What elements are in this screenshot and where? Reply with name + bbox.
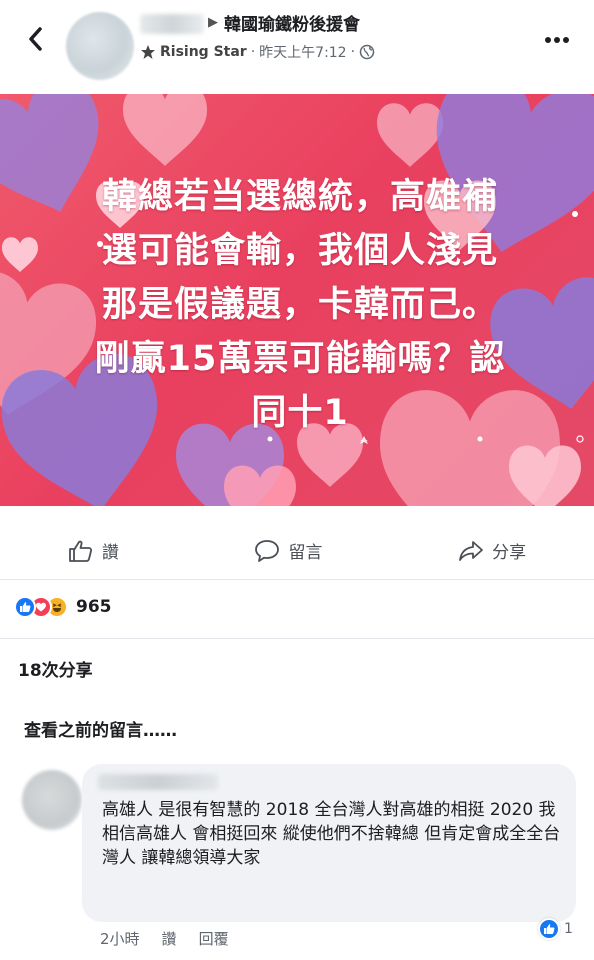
- reaction-summary[interactable]: 965: [14, 592, 112, 622]
- more-options-button[interactable]: [542, 30, 572, 50]
- comment-bubble: 高雄人 是很有智慧的 2018 全台灣人對高雄的相挺 2020 我相信高雄人 會…: [82, 764, 576, 922]
- post-image[interactable]: 韓總若当選總統，高雄補 選可能會輸，我個人淺見 那是假議題，卡韓而己。 剛贏15…: [0, 94, 594, 506]
- globe-icon: [359, 44, 375, 60]
- comment-reaction[interactable]: 1: [538, 918, 573, 940]
- comment-label: 留言: [288, 543, 323, 563]
- back-button[interactable]: [20, 22, 50, 56]
- like-reaction-icon: [14, 596, 36, 618]
- meta-separator: ·: [250, 44, 256, 60]
- group-link[interactable]: ▶ 韓國瑜鐵粉後援會: [208, 10, 360, 35]
- post-meta: Rising Star · 昨天上午7:12 ·: [140, 42, 375, 62]
- arrow-right-icon: ▶: [208, 15, 218, 30]
- commenter-name-redacted[interactable]: [98, 774, 218, 790]
- commenter-avatar[interactable]: [22, 770, 82, 830]
- comment-like-button[interactable]: 讚: [162, 928, 177, 949]
- comment-icon: [255, 539, 280, 562]
- meta-separator: ·: [350, 44, 356, 60]
- group-name[interactable]: 韓國瑜鐵粉後援會: [224, 10, 360, 35]
- post-image-text: 韓總若当選總統，高雄補 選可能會輸，我個人淺見 那是假議題，卡韓而己。 剛贏15…: [50, 170, 550, 440]
- image-text-line: 韓總若当選總統，高雄補: [101, 177, 498, 217]
- share-arrow-icon: [459, 540, 484, 561]
- comment-text: 高雄人 是很有智慧的 2018 全台灣人對高雄的相挺 2020 我相信高雄人 會…: [102, 800, 561, 868]
- chevron-left-icon: [29, 27, 42, 51]
- image-text-line: 剛贏15萬票可能輸嗎？認: [94, 339, 506, 379]
- image-text-line: 選可能會輸，我個人淺見: [101, 231, 498, 271]
- author-avatar[interactable]: [66, 12, 134, 80]
- post-header: ▶ 韓國瑜鐵粉後援會 Rising Star · 昨天上午7:12 ·: [0, 0, 594, 90]
- share-count[interactable]: 18次分享: [18, 656, 93, 681]
- view-previous-comments[interactable]: 查看之前的留言……: [24, 716, 177, 741]
- like-button[interactable]: 讚: [68, 538, 119, 563]
- more-dots-icon: [545, 37, 569, 43]
- post-timestamp[interactable]: 昨天上午7:12: [259, 42, 346, 62]
- comment-time[interactable]: 2小時: [100, 928, 140, 949]
- comment-reply-button[interactable]: 回覆: [199, 928, 229, 949]
- reaction-count: 965: [76, 597, 112, 617]
- action-bar: 讚 留言 分享: [0, 522, 594, 580]
- comment-reaction-count: 1: [564, 921, 573, 937]
- rising-star-icon: [141, 45, 155, 59]
- image-text-line: 那是假議題，卡韓而己。: [101, 285, 498, 325]
- image-text-line: 同十1: [251, 393, 349, 433]
- divider: [0, 638, 594, 639]
- like-reaction-icon: [538, 918, 560, 940]
- share-label: 分享: [492, 543, 527, 563]
- like-label: 讚: [101, 543, 119, 563]
- author-name-redacted[interactable]: [140, 14, 204, 34]
- comment-meta: 2小時 讚 回覆: [100, 928, 229, 949]
- thumbs-up-icon: [68, 540, 92, 562]
- share-button[interactable]: 分享: [458, 538, 526, 563]
- member-badge[interactable]: Rising Star: [160, 44, 247, 60]
- comment-button[interactable]: 留言: [254, 538, 322, 563]
